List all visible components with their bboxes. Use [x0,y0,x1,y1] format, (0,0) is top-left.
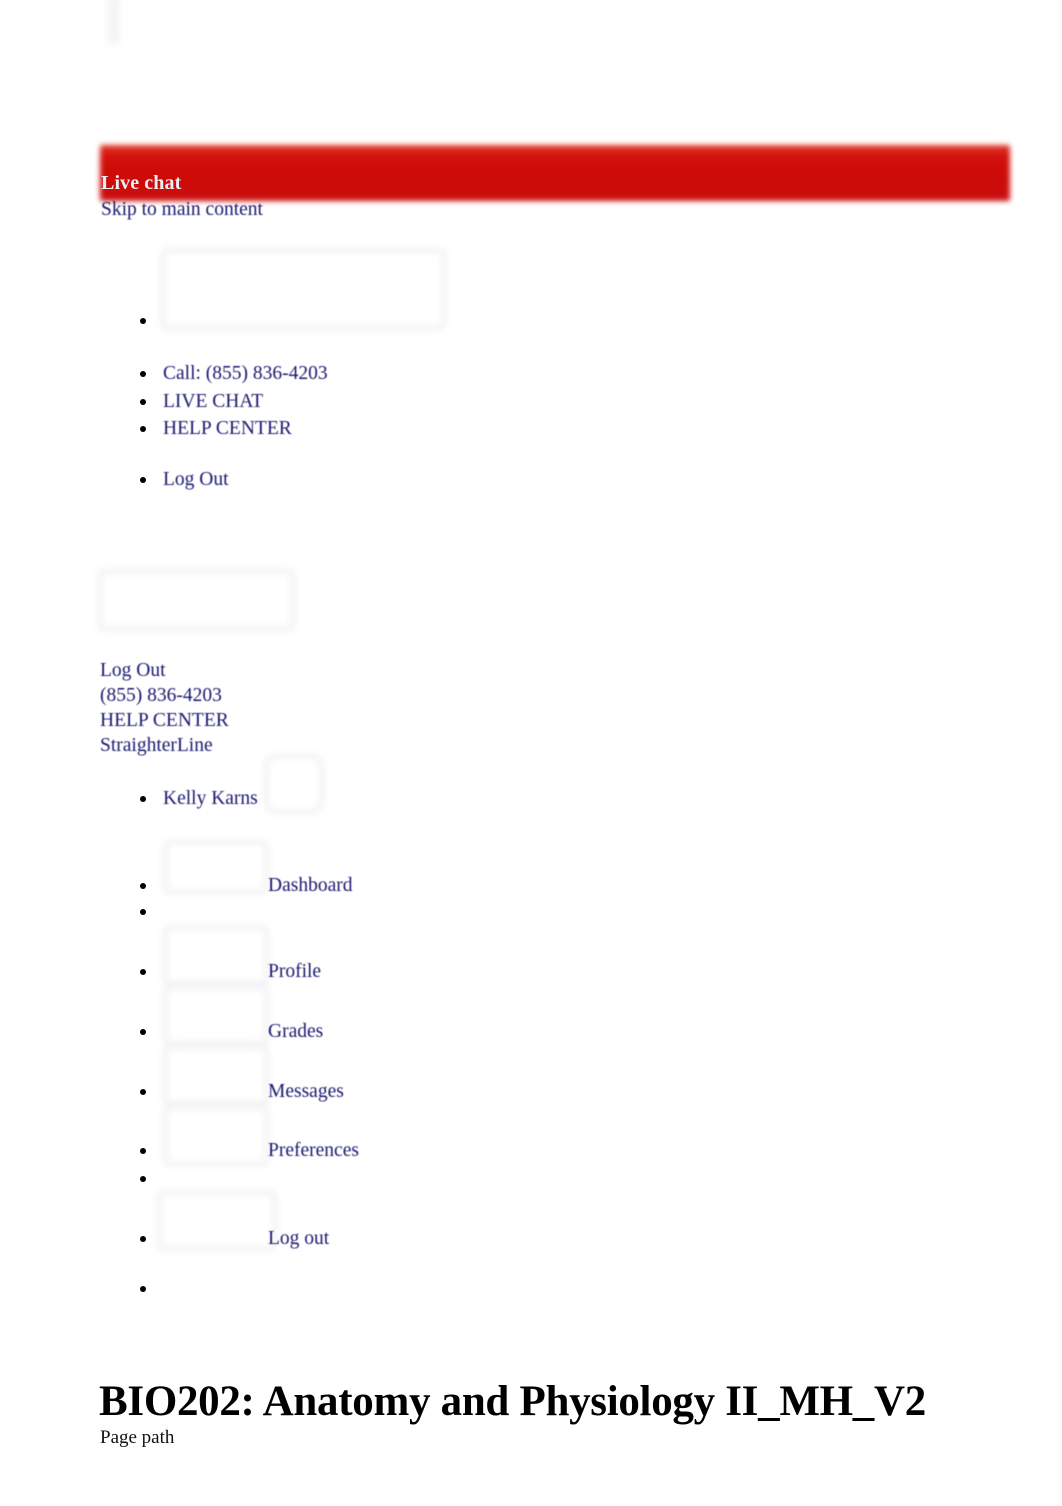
user-avatar-placeholder [265,755,323,813]
dashboard-icon [164,841,268,893]
user-menu-item-dashboard[interactable]: Dashboard [268,875,352,897]
user-menu-item-profile[interactable]: Profile [268,961,321,983]
live-chat-link[interactable]: LIVE CHAT [163,391,263,413]
user-menu-item-preferences[interactable]: Preferences [268,1140,359,1162]
list-bullet [140,1236,146,1242]
logout-icon [158,1192,276,1250]
list-bullet [140,796,146,802]
list-bullet [140,909,146,915]
site-logo-placeholder [108,0,236,44]
log-out-link-secondary[interactable]: Log Out [100,660,166,682]
list-bullet [140,1148,146,1154]
list-bullet [140,883,146,889]
header-logo-placeholder [162,249,445,329]
user-menu-item-messages[interactable]: Messages [268,1081,344,1103]
list-bullet [140,371,146,377]
messages-icon [164,1046,268,1105]
list-bullet [140,318,146,324]
profile-icon [164,926,268,985]
list-bullet [140,969,146,975]
call-phone-link[interactable]: Call: (855) 836-4203 [163,363,328,385]
list-bullet [140,1089,146,1095]
user-menu-item-log-out[interactable]: Log out [268,1228,329,1250]
list-bullet [140,1176,146,1182]
list-bullet [140,426,146,432]
user-menu-item-grades[interactable]: Grades [268,1021,323,1043]
preferences-icon [164,1106,268,1165]
list-bullet [140,1029,146,1035]
user-name-menu-toggle[interactable]: Kelly Karns [163,788,258,810]
list-bullet [140,1286,146,1292]
page-path-label: Page path [100,1427,175,1448]
live-chat-banner[interactable] [100,145,1010,201]
skip-to-main-content-link[interactable]: Skip to main content [101,199,263,221]
live-chat-label: Live chat [101,172,182,194]
log-out-link-top[interactable]: Log Out [163,469,229,491]
phone-number-link[interactable]: (855) 836-4203 [100,685,222,707]
help-center-link-secondary[interactable]: HELP CENTER [100,710,229,732]
list-bullet [140,477,146,483]
page-title: BIO202: Anatomy and Physiology II_MH_V2 [99,1377,926,1425]
grades-icon [164,986,268,1045]
straighterline-home-link[interactable]: StraighterLine [100,735,213,757]
help-center-link[interactable]: HELP CENTER [163,418,292,440]
straighterline-logo-placeholder [99,570,294,630]
list-bullet [140,399,146,405]
